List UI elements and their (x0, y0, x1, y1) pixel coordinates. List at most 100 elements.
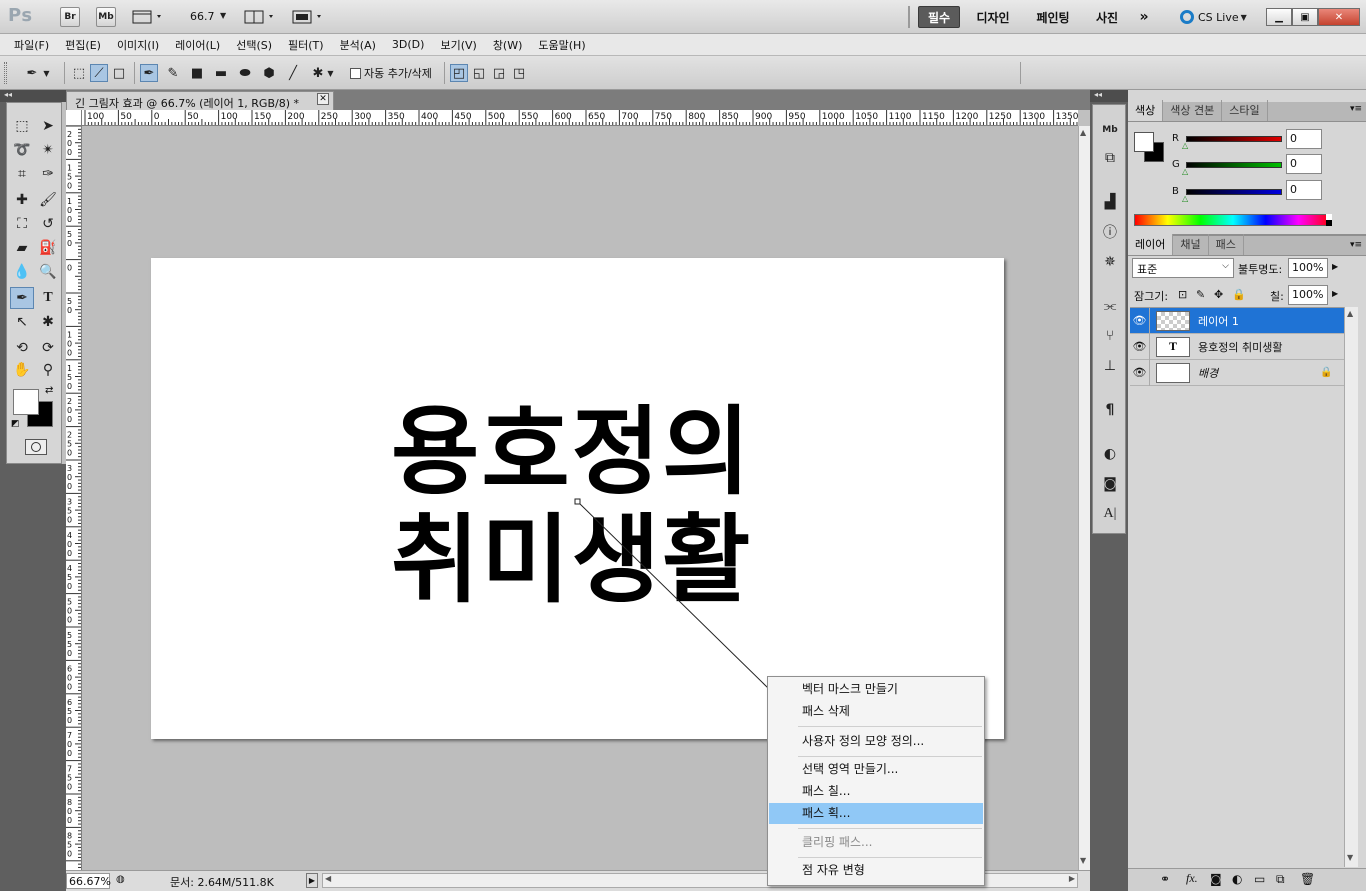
layer-row-background[interactable]: 👁 배경 🔒 (1130, 359, 1344, 386)
freeform-pen-option[interactable]: ✎ (164, 64, 182, 82)
brush-panel-icon[interactable]: ⑂ (1095, 323, 1125, 349)
menu-define-custom-shape[interactable]: 사용자 정의 모양 정의... (769, 731, 983, 752)
move-tool[interactable]: ➤ (36, 115, 60, 137)
menu-image[interactable]: 이미지(I) (117, 37, 159, 53)
color-panel-menu-icon[interactable]: ▾≡ (1350, 104, 1362, 114)
layer-visibility-eye-icon[interactable]: 👁 (1130, 307, 1150, 334)
rectangle-shape-option[interactable]: ■ (188, 64, 206, 82)
layer-visibility-eye-icon[interactable]: 👁 (1130, 333, 1150, 360)
crop-tool[interactable]: ⌗ (10, 163, 34, 185)
foreground-color-swatch[interactable] (13, 389, 39, 415)
document-tab-close-icon[interactable]: ✕ (317, 93, 329, 105)
swap-colors-icon[interactable]: ⇄ (45, 385, 53, 396)
lock-all-icon[interactable]: 🔒 (1232, 288, 1246, 301)
line-option[interactable]: ╱ (284, 64, 302, 82)
channel-b-slider[interactable] (1186, 189, 1282, 195)
tab-paths[interactable]: 패스 (1209, 234, 1244, 255)
healing-brush-tool[interactable]: ✚ (10, 189, 34, 211)
ellipse-option[interactable]: ⬬ (236, 64, 254, 82)
add-to-shape-area-option[interactable]: ◰ (450, 64, 468, 82)
character-panel-icon[interactable]: A| (1095, 501, 1125, 527)
lock-position-icon[interactable]: ✥ (1214, 288, 1223, 301)
status-menu-icon[interactable]: ▶ (306, 873, 318, 888)
layers-panel-menu-icon[interactable]: ▾≡ (1350, 240, 1362, 250)
bridge-button[interactable]: Br (60, 7, 80, 27)
status-zoom[interactable]: 66.67% (66, 873, 111, 889)
dodge-tool[interactable]: 🔍 (36, 261, 60, 283)
menu-layer[interactable]: 레이어(L) (175, 37, 220, 53)
menu-edit[interactable]: 편집(E) (65, 37, 101, 53)
link-layers-icon[interactable]: ⚭ (1160, 872, 1170, 886)
tab-color[interactable]: 색상 (1128, 100, 1164, 121)
channel-g-value[interactable]: 0 (1286, 154, 1322, 174)
pen-tool[interactable]: ✒ (10, 287, 34, 309)
color-spectrum-bar[interactable] (1134, 214, 1332, 226)
ruler-origin[interactable] (66, 110, 82, 126)
paragraph-panel-icon[interactable]: ¶ (1095, 397, 1125, 423)
arrange-documents-button[interactable] (244, 9, 280, 25)
mini-bridge-panel-icon[interactable]: Mb (1095, 117, 1125, 143)
channel-g-slider[interactable] (1186, 162, 1282, 168)
magic-wand-tool[interactable]: ✴ (36, 139, 60, 161)
history-brush-tool[interactable]: ↺ (36, 213, 60, 235)
menu-3d[interactable]: 3D(D) (392, 38, 425, 51)
zoom-tool[interactable]: ⚲ (36, 359, 60, 381)
workspace-essentials[interactable]: 필수 (918, 6, 960, 28)
new-layer-icon[interactable]: ⧉ (1276, 872, 1285, 887)
layers-scrollbar[interactable]: ▲ ▼ (1344, 307, 1358, 867)
menu-analysis[interactable]: 분석(A) (340, 37, 376, 53)
vertical-scrollbar[interactable]: ▲ ▼ (1078, 126, 1090, 870)
layer-name[interactable]: 용호정의 취미생활 (1198, 339, 1282, 355)
color-fg-swatch[interactable] (1134, 132, 1154, 152)
opacity-slider-icon[interactable]: ▶ (1332, 262, 1338, 271)
layer-row-text[interactable]: 👁 T 용호정의 취미생활 (1130, 333, 1344, 360)
scroll-left-icon[interactable]: ◀ (325, 874, 331, 883)
menu-make-selection[interactable]: 선택 영역 만들기... (769, 759, 983, 780)
tab-channels[interactable]: 채널 (1173, 234, 1209, 255)
blend-mode-select[interactable]: 표준 ⌵ (1132, 258, 1234, 278)
layer-name[interactable]: 레이어 1 (1198, 313, 1239, 329)
default-colors-icon[interactable]: ◩ (11, 419, 20, 429)
brush-tool[interactable]: 🖌 (36, 189, 60, 211)
tab-swatches[interactable]: 색상 견본 (1163, 100, 1223, 121)
scroll-down-icon[interactable]: ▼ (1080, 856, 1086, 865)
menu-delete-path[interactable]: 패스 삭제 (769, 701, 983, 722)
brush-presets-panel-icon[interactable]: ⫘ (1095, 293, 1125, 319)
layer-name[interactable]: 배경 (1198, 365, 1218, 381)
menu-view[interactable]: 보기(V) (440, 37, 476, 53)
clone-source-panel-icon[interactable]: ⊥ (1095, 353, 1125, 379)
info-panel-icon[interactable]: ⓘ (1095, 219, 1125, 245)
workspace-painting[interactable]: 페인팅 (1030, 6, 1076, 28)
type-tool[interactable]: T (36, 287, 60, 309)
paint-bucket-tool[interactable]: ⛽ (36, 237, 60, 259)
cs-live-button[interactable]: CS Live ▼ (1180, 9, 1260, 25)
workspace-design[interactable]: 디자인 (970, 6, 1016, 28)
tab-layers[interactable]: 레이어 (1128, 234, 1174, 255)
layer-style-fx-icon[interactable]: fx. (1186, 871, 1198, 886)
navigator-panel-icon[interactable]: ✵ (1095, 249, 1125, 275)
mini-bridge-button[interactable]: Mb (96, 7, 116, 27)
layer-visibility-eye-icon[interactable]: 👁 (1130, 359, 1150, 386)
custom-shape-option[interactable]: ✱ ▼ (308, 64, 338, 82)
menu-fill-path[interactable]: 패스 칠... (769, 781, 983, 802)
document-canvas[interactable]: 용호정의 취미생활 (151, 258, 1004, 739)
rounded-rectangle-option[interactable]: ▬ (212, 64, 230, 82)
lock-transparency-icon[interactable]: ⊡ (1178, 288, 1187, 301)
polygon-option[interactable]: ⬢ (260, 64, 278, 82)
auto-add-delete-option[interactable]: 자동 추가/삭제 (350, 65, 432, 81)
channel-b-handle-icon[interactable]: △ (1182, 194, 1188, 203)
history-panel-icon[interactable]: ⧉ (1095, 145, 1125, 171)
3d-rotate-tool[interactable]: ⟲ (10, 337, 34, 359)
intersect-shape-option[interactable]: ◲ (490, 64, 508, 82)
delete-layer-icon[interactable]: 🗑 (1300, 872, 1315, 886)
channel-g-handle-icon[interactable]: △ (1182, 167, 1188, 176)
minimize-button[interactable]: ▁ (1266, 8, 1292, 26)
menu-filter[interactable]: 필터(T) (288, 37, 324, 53)
view-extras-button[interactable] (132, 9, 166, 25)
fill-pixels-mode[interactable]: □ (110, 64, 128, 82)
scroll-right-icon[interactable]: ▶ (1069, 874, 1075, 883)
exclude-shape-option[interactable]: ◳ (510, 64, 528, 82)
add-mask-icon[interactable]: ◙ (1210, 872, 1222, 886)
opacity-field[interactable]: 100% (1288, 258, 1328, 278)
menu-select[interactable]: 선택(S) (236, 37, 272, 53)
